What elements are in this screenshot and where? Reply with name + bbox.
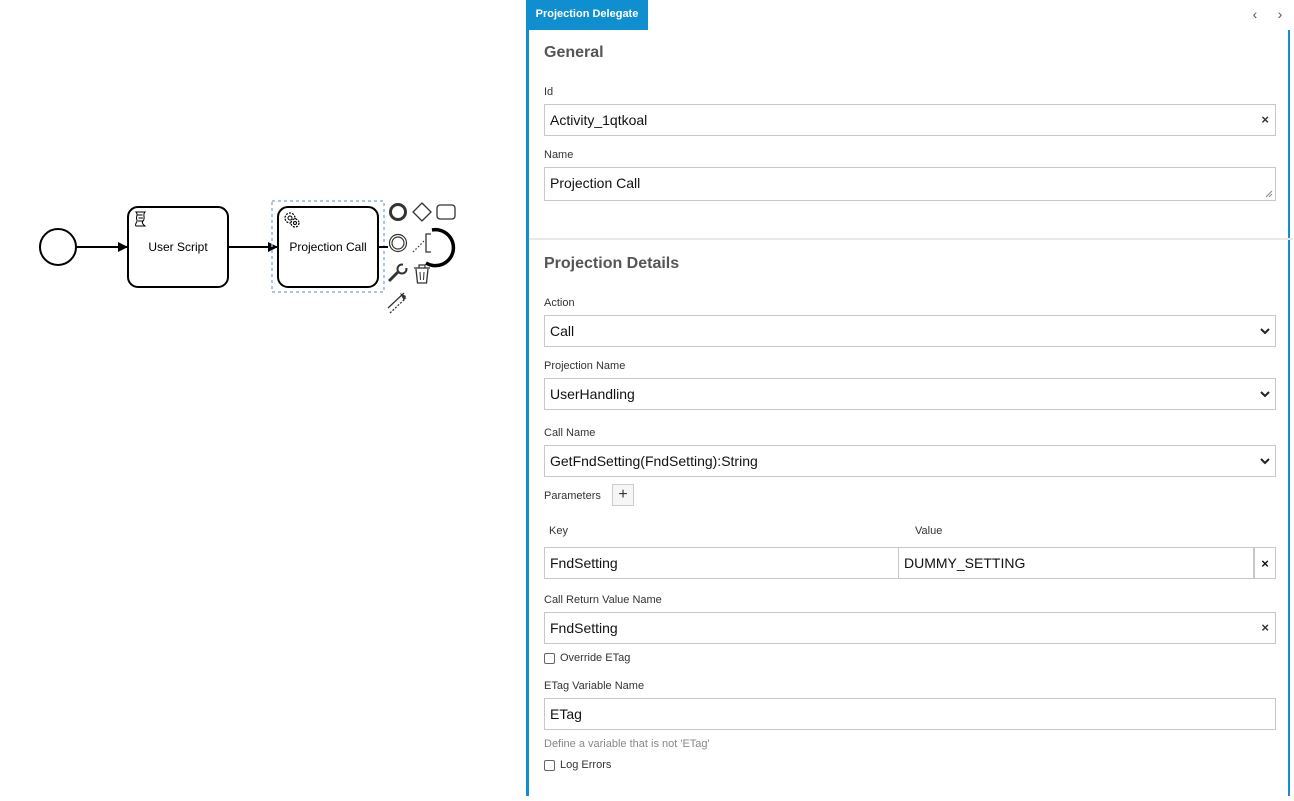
clear-return-value-button[interactable]: × [1261,613,1269,643]
override-etag-checkbox[interactable] [544,653,555,664]
id-label: Id [544,86,554,98]
panel-body: General Id Activity_1qtkoal × Name Proje… [526,30,1293,796]
call-name-value: GetFndSetting(FndSetting):String [550,453,758,469]
parameter-value-input[interactable]: DUMMY_SETTING [898,547,1254,579]
task-projection-call[interactable]: Projection Call [277,206,379,288]
chevron-down-icon [1260,328,1270,335]
etag-variable-input[interactable]: ETag [544,698,1276,730]
name-value: Projection Call [550,175,641,191]
append-intermediate-event-icon[interactable] [388,233,408,253]
trash-icon[interactable] [414,264,430,284]
group-separator [529,238,1293,240]
remove-icon: × [1261,556,1269,571]
tab-bar: Projection Delegate ‹ › [526,0,1294,30]
group-title-general: General [544,44,604,61]
append-text-annotation-icon[interactable] [412,233,431,253]
chevron-right-icon[interactable]: › [1273,6,1287,22]
remove-parameter-button[interactable]: × [1254,547,1276,579]
name-label: Name [544,149,574,161]
append-end-event-icon[interactable] [389,203,407,221]
etag-variable-label: ETag Variable Name [544,680,645,692]
resize-handle-icon[interactable] [1265,190,1273,198]
override-etag-label: Override ETag [560,652,631,664]
return-value-label: Call Return Value Name [544,594,662,606]
call-name-label: Call Name [544,427,596,439]
task-user-script[interactable]: User Script [127,206,229,288]
log-errors-label: Log Errors [560,759,612,771]
projection-name-label: Projection Name [544,360,626,372]
clear-id-button[interactable]: × [1261,105,1269,135]
etag-hint: Define a variable that is not 'ETag' [544,738,710,750]
key-column-header: Key [549,525,568,537]
task-label: User Script [148,240,208,254]
return-value-value: FndSetting [550,620,618,636]
value-column-header: Value [915,525,943,537]
parameter-key-value: FndSetting [550,555,618,571]
chevron-left-icon[interactable]: ‹ [1248,6,1262,22]
loading-spinner-icon [425,227,456,268]
chevron-down-icon [1260,458,1270,465]
parameter-value-value: DUMMY_SETTING [904,555,1026,571]
connect-arrow-icon[interactable] [387,292,407,314]
projection-name-select[interactable]: UserHandling [544,378,1276,410]
parameter-key-input[interactable]: FndSetting [544,547,899,579]
group-title-projection-details: Projection Details [544,255,680,272]
append-task-icon[interactable] [436,204,456,220]
call-name-select[interactable]: GetFndSetting(FndSetting):String [544,445,1276,477]
start-event[interactable] [39,228,77,266]
action-select[interactable]: Call [544,315,1276,347]
return-value-input[interactable]: FndSetting × [544,612,1276,644]
id-value: Activity_1qtkoal [550,112,648,128]
context-pad[interactable] [387,202,456,314]
append-gateway-icon[interactable] [412,202,432,222]
task-label: Projection Call [289,240,366,254]
action-value: Call [550,323,575,339]
log-errors-checkbox[interactable] [544,760,555,771]
tab-projection-delegate[interactable]: Projection Delegate [526,0,648,30]
properties-panel: Projection Delegate ‹ › General Id Activ… [526,0,1294,796]
wrench-icon[interactable] [387,262,409,283]
bpmn-canvas[interactable]: User Script Projection Call [0,0,526,796]
chevron-down-icon [1260,391,1270,398]
diagram-svg[interactable]: User Script Projection Call [0,0,526,796]
name-textarea[interactable]: Projection Call [544,167,1276,201]
id-input[interactable]: Activity_1qtkoal × [544,104,1276,136]
etag-variable-value: ETag [550,706,582,722]
action-label: Action [544,297,575,309]
add-parameter-button[interactable]: + [612,484,634,506]
projection-name-value: UserHandling [550,386,635,402]
parameters-label: Parameters [544,490,601,502]
